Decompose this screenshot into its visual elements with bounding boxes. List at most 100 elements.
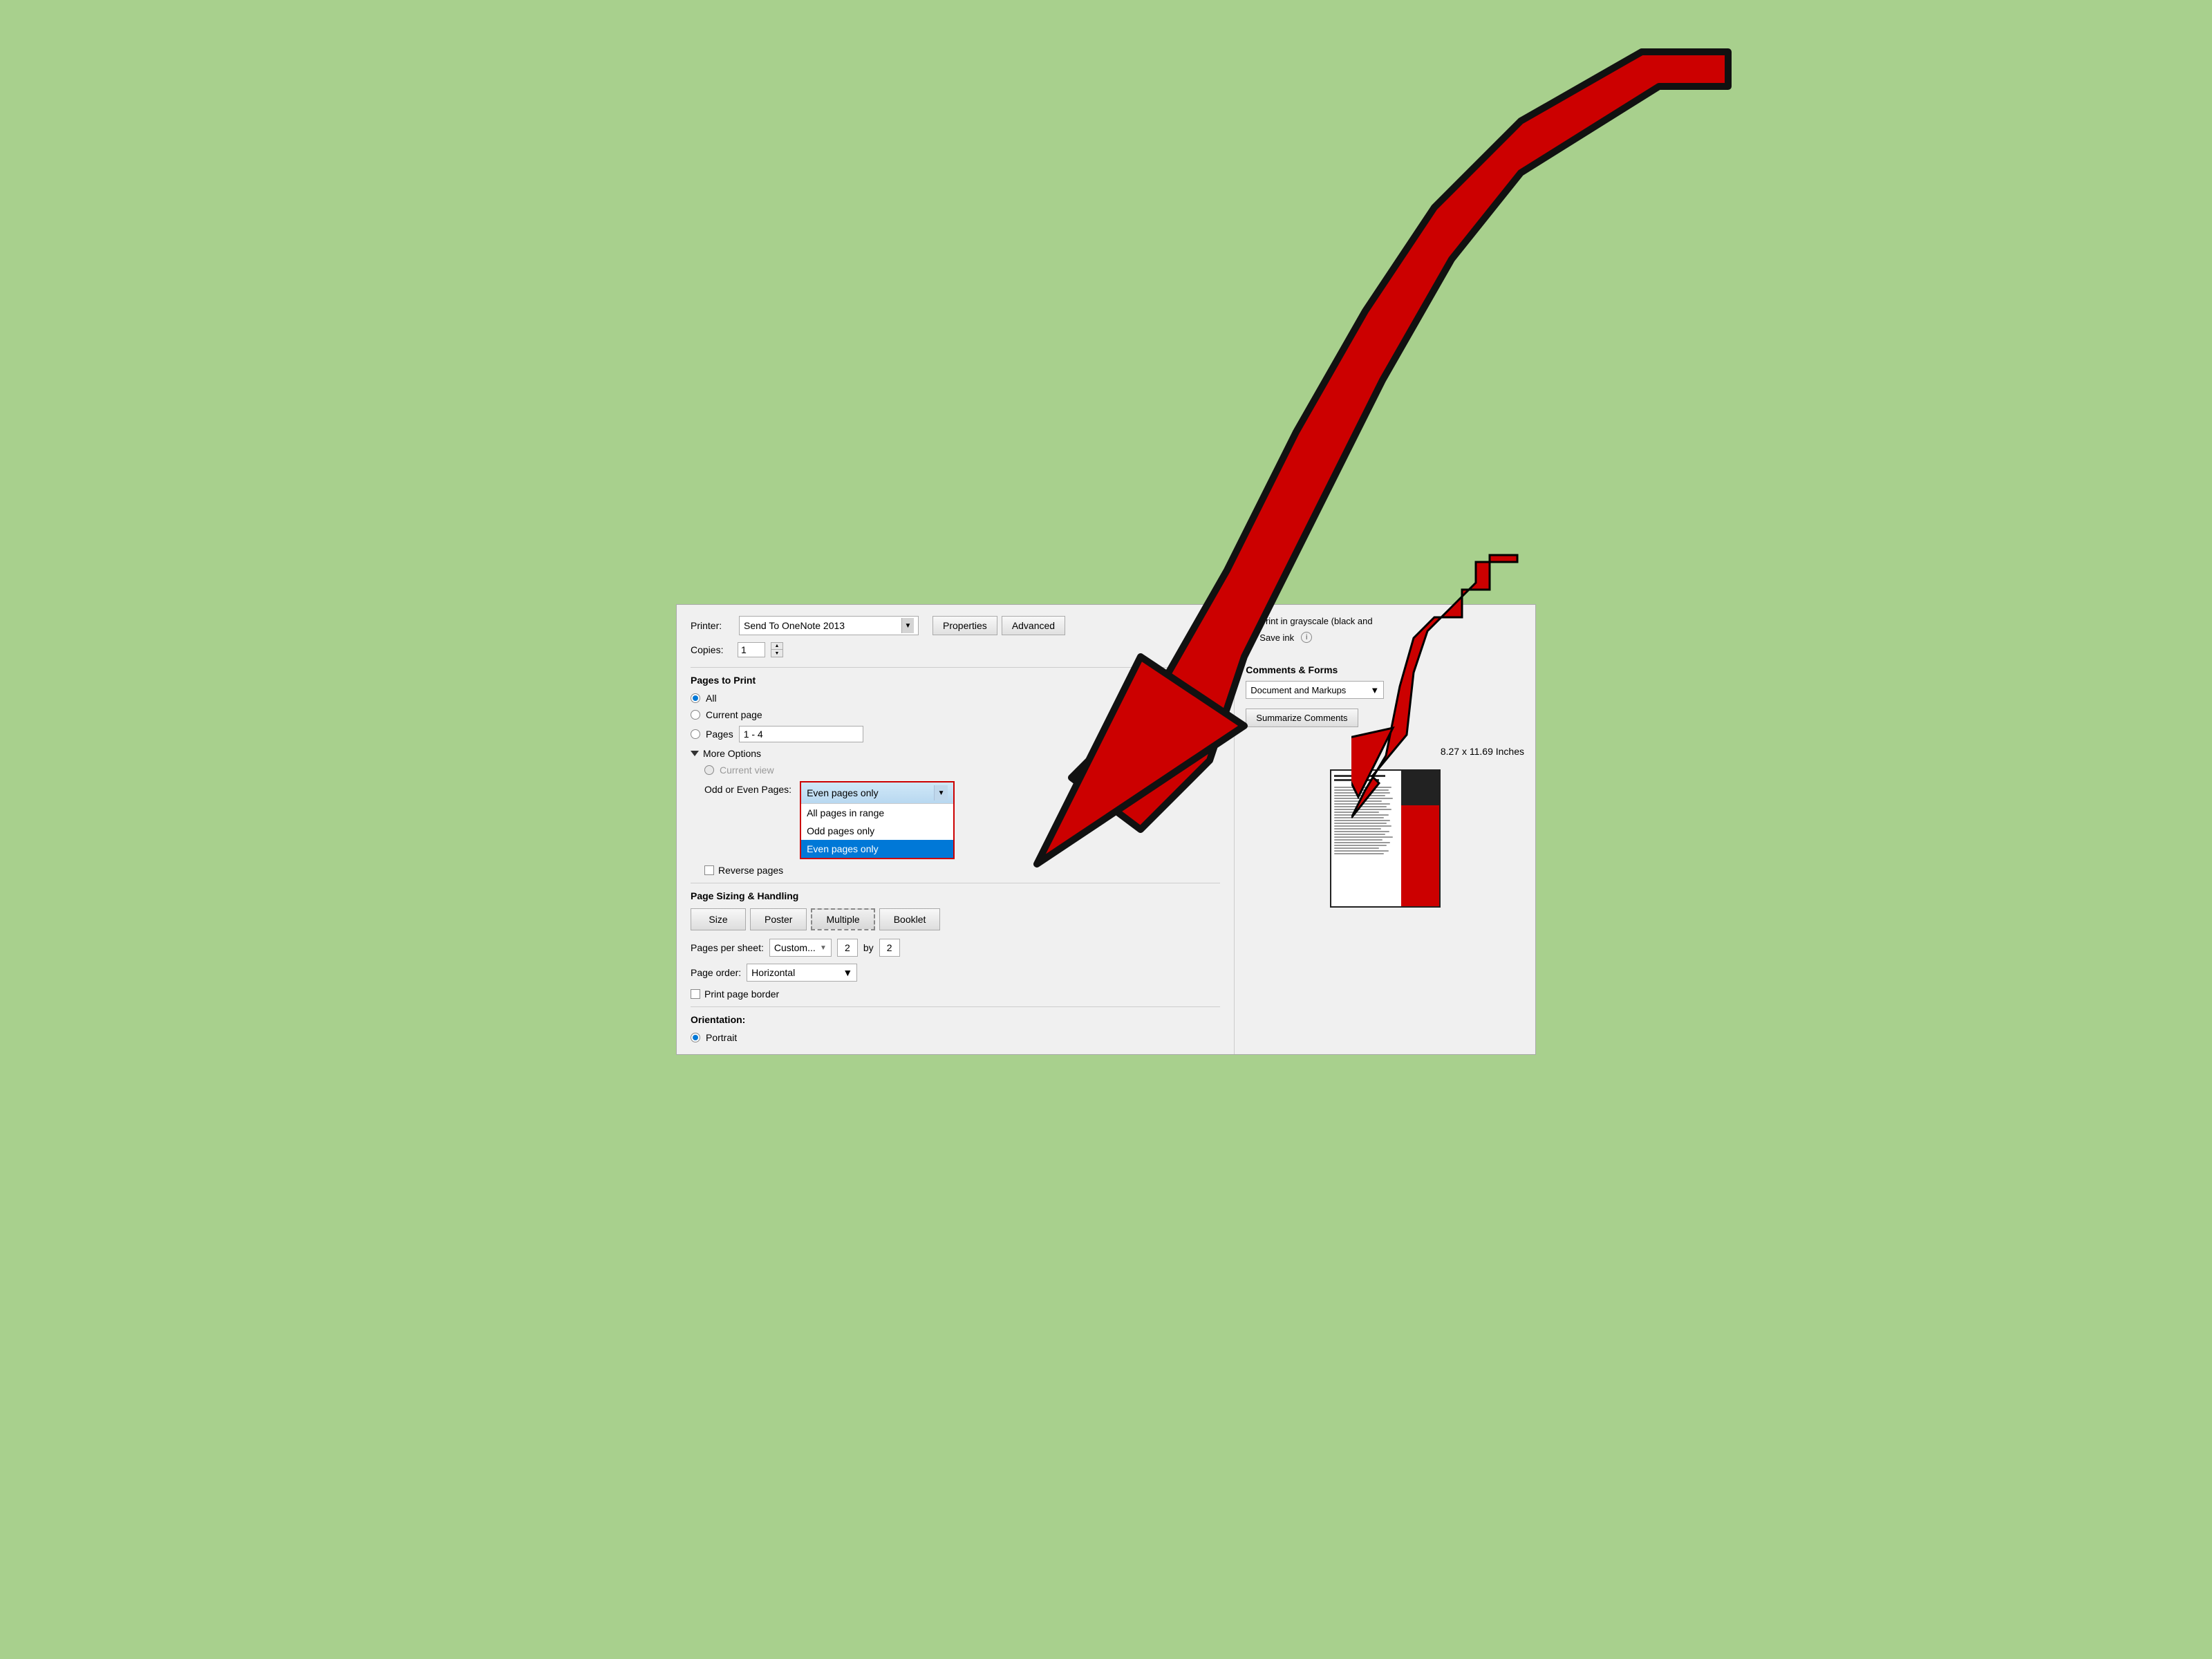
printer-select-text: Send To OneNote 2013 — [744, 620, 901, 631]
outer-container: Printer: Send To OneNote 2013 ▼ Properti… — [664, 592, 1548, 1067]
page-order-value: Horizontal — [751, 967, 843, 978]
sizing-buttons: Size Poster Multiple Booklet — [691, 908, 940, 930]
dropdown-option-all[interactable]: All pages in range — [801, 804, 953, 822]
custom-select-text: Custom... — [774, 942, 820, 953]
preview-black-area — [1401, 771, 1439, 805]
left-panel: Printer: Send To OneNote 2013 ▼ Properti… — [677, 605, 1235, 1054]
page-sizing-title: Page Sizing & Handling — [691, 890, 1220, 901]
odd-even-row: Odd or Even Pages: Even pages only ▼ All… — [704, 781, 1220, 859]
info-icon: i — [1301, 632, 1312, 643]
odd-even-label: Odd or Even Pages: — [704, 781, 791, 795]
preview-thumbnail — [1330, 769, 1441, 908]
save-ink-label: Save ink — [1259, 632, 1294, 643]
portrait-row: Portrait — [691, 1032, 1220, 1043]
size-button[interactable]: Size — [691, 908, 746, 930]
dropdown-selected-text: Even pages only — [807, 787, 930, 798]
dropdown-selected[interactable]: Even pages only ▼ — [801, 782, 953, 804]
spin-up-button[interactable]: ▲ — [771, 643, 782, 650]
all-pages-row: All — [691, 693, 1220, 704]
current-page-label: Current page — [706, 709, 762, 720]
dropdown-arrow-btn[interactable]: ▼ — [934, 785, 948, 800]
booklet-button[interactable]: Booklet — [879, 908, 941, 930]
pages-per-sheet-value2[interactable] — [879, 939, 900, 957]
current-view-radio[interactable] — [704, 765, 714, 775]
copies-row: Copies: ▲ ▼ — [691, 642, 1220, 657]
portrait-label: Portrait — [706, 1032, 737, 1043]
print-dialog: Printer: Send To OneNote 2013 ▼ Properti… — [676, 604, 1536, 1055]
pages-to-print-title: Pages to Print — [691, 675, 1220, 686]
reverse-pages-checkbox[interactable] — [704, 865, 714, 875]
advanced-button[interactable]: Advanced — [1002, 616, 1065, 635]
print-border-checkbox[interactable] — [691, 989, 700, 999]
right-checkboxes: Print in grayscale (black and Save ink i — [1246, 616, 1372, 643]
save-ink-checkbox[interactable] — [1246, 632, 1255, 642]
page-order-arrow: ▼ — [843, 967, 852, 978]
pages-input[interactable] — [739, 726, 863, 742]
print-grayscale-checkbox[interactable] — [1246, 617, 1255, 626]
properties-button[interactable]: Properties — [932, 616, 997, 635]
custom-select-arrow: ▼ — [820, 944, 827, 952]
right-forms-value: Document and Markups — [1250, 685, 1370, 695]
preview-red-area — [1401, 805, 1439, 908]
current-view-row: Current view — [704, 765, 1220, 776]
pages-row: Pages — [691, 726, 1220, 742]
pages-label: Pages — [706, 729, 733, 740]
pages-per-sheet-label: Pages per sheet: — [691, 942, 764, 953]
pages-per-sheet-value1[interactable] — [837, 939, 858, 957]
right-dropdown-row: Document and Markups ▼ — [1246, 681, 1384, 699]
print-border-row: Print page border — [691, 988, 1220, 1000]
page-order-select[interactable]: Horizontal ▼ — [747, 964, 857, 982]
current-view-label: Current view — [720, 765, 774, 776]
copies-input[interactable] — [738, 642, 765, 657]
more-options-title: More Options — [703, 748, 761, 759]
printer-select[interactable]: Send To OneNote 2013 ▼ — [739, 616, 919, 635]
poster-button[interactable]: Poster — [750, 908, 807, 930]
pages-per-sheet-row: Pages per sheet: Custom... ▼ by — [691, 939, 1220, 957]
print-grayscale-row: Print in grayscale (black and — [1246, 616, 1372, 626]
print-grayscale-label: Print in grayscale (black and — [1259, 616, 1372, 626]
custom-select[interactable]: Custom... ▼ — [769, 939, 832, 957]
dropdown-options: All pages in range Odd pages only Even p… — [801, 804, 953, 858]
page-order-row: Page order: Horizontal ▼ — [691, 964, 1220, 982]
printer-dropdown-arrow[interactable]: ▼ — [901, 618, 914, 633]
divider-1 — [691, 667, 1220, 668]
more-options-header[interactable]: More Options — [691, 748, 1220, 759]
sizing-buttons-row: Size Poster Multiple Booklet — [691, 908, 1220, 930]
spin-down-button[interactable]: ▼ — [771, 650, 782, 657]
more-options-content: Current view Odd or Even Pages: Even pag… — [691, 765, 1220, 876]
dimensions-text: 8.27 x 11.69 Inches — [1246, 746, 1524, 757]
preview-content — [1331, 771, 1439, 906]
printer-label: Printer: — [691, 620, 732, 631]
dropdown-option-even[interactable]: Even pages only — [801, 840, 953, 858]
current-page-radio[interactable] — [691, 710, 700, 720]
reverse-pages-label: Reverse pages — [718, 865, 783, 876]
header-buttons: Properties Advanced — [932, 616, 1065, 635]
all-pages-label: All — [706, 693, 717, 704]
by-label: by — [863, 942, 874, 953]
preview-image-area — [1401, 771, 1439, 906]
current-page-row: Current page — [691, 709, 1220, 720]
odd-even-dropdown[interactable]: Even pages only ▼ All pages in range Odd… — [800, 781, 955, 859]
right-section-title: Comments & Forms — [1246, 664, 1338, 675]
right-panel: Print in grayscale (black and Save ink i… — [1235, 605, 1535, 1054]
dropdown-option-odd[interactable]: Odd pages only — [801, 822, 953, 840]
pages-radio[interactable] — [691, 729, 700, 739]
right-forms-select[interactable]: Document and Markups ▼ — [1246, 681, 1384, 699]
portrait-radio[interactable] — [691, 1033, 700, 1042]
orientation-section: Orientation: Portrait — [691, 1014, 1220, 1043]
right-forms-arrow: ▼ — [1370, 685, 1379, 695]
divider-3 — [691, 1006, 1220, 1007]
save-ink-row: Save ink i — [1246, 632, 1372, 643]
more-options-triangle — [691, 751, 699, 756]
all-pages-radio[interactable] — [691, 693, 700, 703]
print-border-label: Print page border — [704, 988, 779, 1000]
page-order-label: Page order: — [691, 967, 741, 978]
orientation-title: Orientation: — [691, 1014, 1220, 1025]
spin-buttons: ▲ ▼ — [771, 642, 783, 657]
multiple-button[interactable]: Multiple — [811, 908, 874, 930]
preview-text-area — [1331, 771, 1401, 906]
reverse-pages-row: Reverse pages — [704, 865, 1220, 876]
copies-label: Copies: — [691, 644, 732, 655]
printer-row: Printer: Send To OneNote 2013 ▼ Properti… — [691, 616, 1220, 635]
summarize-comments-button[interactable]: Summarize Comments — [1246, 709, 1358, 727]
